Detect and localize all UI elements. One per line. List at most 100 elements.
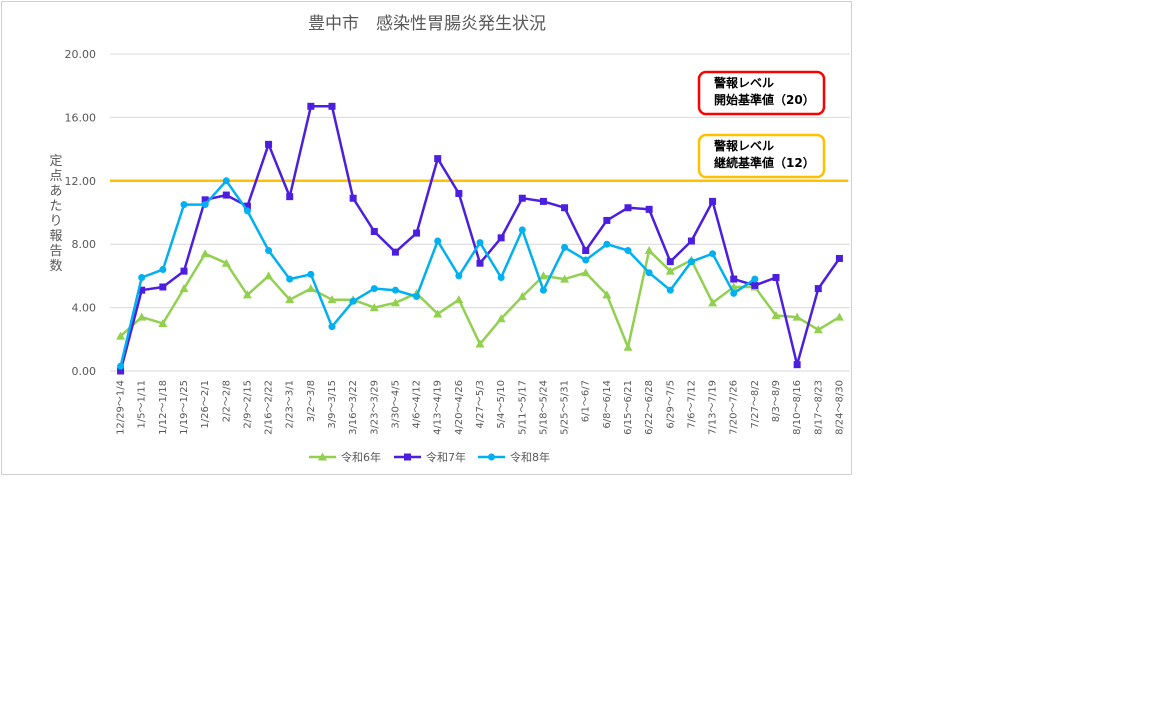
data-point: [488, 453, 495, 461]
data-point: [391, 248, 399, 256]
data-point: [666, 258, 674, 266]
x-tick-label: 1/12～1/18: [158, 380, 169, 435]
x-tick-label: 7/20～7/26: [729, 380, 740, 435]
data-point: [539, 286, 547, 294]
x-tick-label: 2/9～2/15: [242, 380, 253, 429]
x-tick-label: 6/15～6/21: [623, 380, 634, 435]
data-point: [159, 283, 167, 291]
data-point: [476, 259, 484, 267]
data-point: [265, 247, 273, 255]
x-tick-label: 5/11～5/17: [517, 380, 528, 435]
x-tick-label: 2/23～3/1: [285, 380, 296, 429]
x-tick-label: 8/17～8/23: [813, 380, 824, 435]
x-tick-label: 2/16～2/22: [264, 380, 275, 435]
data-point: [328, 102, 336, 110]
data-point: [137, 312, 147, 321]
data-point: [222, 177, 230, 185]
data-point: [624, 204, 632, 212]
data-point: [582, 256, 590, 264]
x-tick-label: 7/27～8/2: [750, 380, 761, 429]
annotation-label: 警報レベル: [713, 75, 774, 90]
data-point: [180, 201, 188, 209]
data-point: [730, 289, 738, 297]
data-point: [624, 247, 632, 255]
x-tick-label: 1/19～1/25: [179, 380, 190, 435]
data-point: [413, 229, 421, 237]
x-tick-label: 6/1～6/7: [581, 380, 592, 422]
x-tick-label: 1/5～1/11: [137, 380, 148, 429]
data-point: [159, 266, 167, 274]
x-tick-label: 6/8～6/14: [602, 380, 613, 429]
data-point: [814, 285, 822, 293]
x-tick-label: 12/29～1/4: [116, 380, 127, 435]
series-group: [117, 177, 759, 370]
data-point: [581, 268, 591, 277]
data-point: [243, 207, 251, 215]
data-point: [709, 197, 717, 205]
data-point: [518, 226, 526, 234]
legend-item: 令和6年: [309, 450, 381, 464]
x-tick-label: 5/18～5/24: [538, 380, 549, 435]
legend-label: 令和8年: [510, 450, 550, 464]
y-tick-label: 4.00: [72, 302, 97, 315]
data-point: [645, 205, 653, 213]
data-point: [751, 275, 759, 283]
data-point: [561, 204, 569, 212]
y-tick-label: 8.00: [72, 238, 97, 251]
x-tick-label: 3/23～3/29: [369, 380, 380, 435]
data-point: [644, 246, 654, 255]
legend-label: 令和6年: [341, 450, 381, 464]
data-point: [603, 216, 611, 224]
x-tick-label: 8/3～8/9: [771, 380, 782, 422]
legend-item: 令和7年: [394, 450, 466, 464]
annotation-label: 開始基準値（20）: [714, 92, 815, 107]
data-point: [476, 239, 484, 247]
data-point: [772, 273, 780, 281]
data-point: [201, 201, 209, 209]
data-point: [497, 234, 505, 242]
data-point: [264, 271, 274, 280]
x-tick-label: 4/20～4/26: [454, 380, 465, 435]
x-tick-label: 8/24～8/30: [834, 380, 845, 435]
data-point: [455, 189, 463, 197]
annotation-box: 警報レベル開始基準値（20）: [697, 70, 826, 116]
annotation-label: 継続基準値（12）: [714, 155, 815, 170]
data-point: [834, 312, 844, 321]
data-point: [349, 297, 357, 305]
data-point: [222, 191, 230, 199]
data-point: [603, 240, 611, 248]
x-tick-label: 4/6～4/12: [412, 380, 423, 429]
data-point: [454, 295, 464, 304]
data-point: [117, 362, 125, 370]
chart-title: 豊中市 感染性胃腸炎発生状況: [308, 14, 546, 34]
data-point: [180, 267, 188, 275]
data-point: [835, 254, 843, 262]
data-point: [518, 194, 526, 202]
data-point: [328, 323, 336, 331]
data-point: [307, 102, 315, 110]
data-point: [286, 193, 294, 201]
data-point: [349, 194, 357, 202]
data-point: [434, 155, 442, 163]
x-tick-label: 6/22～6/28: [644, 380, 655, 435]
data-point: [391, 286, 399, 294]
x-tick-label: 1/26～2/1: [200, 380, 211, 429]
y-tick-label: 20.00: [65, 48, 97, 61]
data-point: [687, 258, 695, 266]
data-point: [265, 140, 273, 148]
data-point: [200, 249, 210, 258]
data-point: [286, 275, 294, 283]
x-tick-label: 7/13～7/19: [708, 380, 719, 435]
x-tick-label: 5/4～5/10: [496, 380, 507, 429]
x-tick-label: 6/29～7/5: [665, 380, 676, 429]
data-point: [582, 247, 590, 255]
data-point: [561, 243, 569, 251]
annotation-label: 警報レベル: [713, 138, 774, 153]
y-axis-label: 定点あたり報告数: [49, 154, 62, 274]
data-point: [539, 197, 547, 205]
x-tick-label: 2/2～2/8: [221, 380, 232, 422]
data-point: [645, 269, 653, 277]
legend-label: 令和7年: [426, 450, 466, 464]
legend-item: 令和8年: [478, 450, 550, 464]
data-point: [793, 361, 801, 369]
